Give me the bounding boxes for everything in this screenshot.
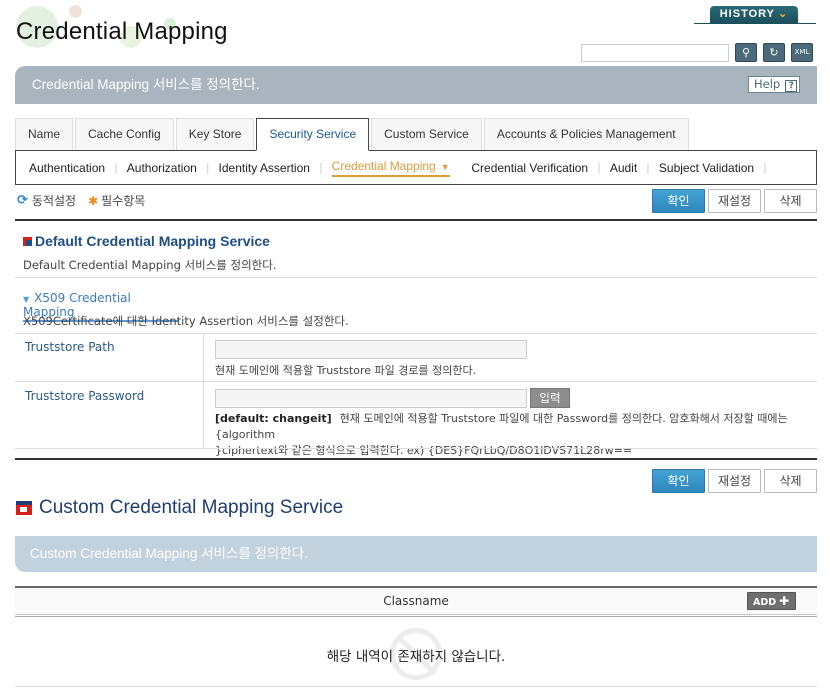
default-section-header: Default Credential Mapping Service: [23, 233, 270, 249]
truststore-password-hint: [default: changeit] 현재 도메인에 적용할 Truststor…: [215, 411, 815, 459]
divider: |: [318, 161, 323, 174]
subnav-authentication[interactable]: Authentication: [29, 161, 105, 175]
divider: [15, 616, 817, 617]
default-section-title: Default Credential Mapping Service: [35, 233, 270, 249]
tab-name[interactable]: Name: [15, 118, 74, 150]
caret-down-icon: ▼: [440, 161, 450, 172]
confirm-button-bottom[interactable]: 확인: [652, 469, 705, 493]
dynamic-setting-icon: ⟳: [17, 193, 28, 208]
required-label: 필수항목: [101, 194, 146, 208]
password-hint-line2: }ciphertext와 같은 형식으로 입력한다. ex) {DES}FQrL…: [215, 444, 633, 457]
section-divider: [15, 458, 817, 460]
delete-button-bottom[interactable]: 삭제: [764, 469, 817, 493]
help-icon: ?: [785, 80, 798, 92]
triangle-down-icon: ▼: [23, 295, 30, 304]
x509-subsection-description: X509Certificate에 대한 Identity Assertion 서…: [23, 314, 349, 328]
custom-section-banner: Custom Credential Mapping 서비스를 정의한다.: [15, 536, 817, 572]
refresh-button[interactable]: ↻: [763, 43, 785, 62]
search-button[interactable]: ⚲: [735, 43, 757, 62]
subnav-identity-assertion[interactable]: Identity Assertion: [219, 161, 310, 175]
decorative-circle: [69, 5, 82, 18]
divider: [15, 277, 817, 278]
delete-button[interactable]: 삭제: [764, 189, 817, 213]
subnav-authorization[interactable]: Authorization: [127, 161, 197, 175]
divider: [15, 381, 817, 382]
subnav-credential-mapping[interactable]: Credential Mapping ▼: [331, 158, 450, 177]
section-bullet-icon: [16, 501, 32, 515]
subnav-subject-validation[interactable]: Subject Validation: [659, 161, 754, 175]
divider: [15, 333, 817, 334]
subnav-credential-verification[interactable]: Credential Verification: [471, 161, 588, 175]
divider: [15, 448, 817, 449]
history-button[interactable]: HISTORY ⌄: [710, 6, 798, 23]
default-value-text: [default: changeit]: [215, 412, 332, 425]
divider: [203, 334, 204, 381]
search-input[interactable]: [581, 44, 729, 62]
subnav-audit[interactable]: Audit: [610, 161, 637, 175]
default-section-description: Default Credential Mapping 서비스를 정의한다.: [23, 258, 277, 272]
add-label: ADD: [753, 597, 777, 608]
subnav-credential-mapping-label: Credential Mapping: [331, 158, 436, 173]
dynamic-setting-label: 동적설정: [31, 194, 77, 208]
column-header-classname: Classname: [383, 594, 449, 608]
add-button[interactable]: ADD ✚: [747, 592, 796, 610]
truststore-password-label: Truststore Password: [25, 389, 145, 403]
history-underline: [694, 23, 816, 24]
divider: [15, 686, 817, 687]
xml-export-button[interactable]: XML: [791, 43, 813, 62]
section-bullet-icon: [23, 236, 32, 246]
reset-button-bottom[interactable]: 재설정: [708, 469, 761, 493]
xml-export-icon: XML: [794, 48, 810, 56]
chevron-down-icon: ⌄: [778, 8, 789, 20]
tab-cache-config[interactable]: Cache Config: [75, 118, 174, 150]
truststore-path-hint: 현재 도메인에 적용할 Truststore 파일 경로를 정의한다.: [215, 364, 477, 377]
empty-message: 해당 내역이 존재하지 않습니다.: [326, 649, 506, 665]
table-header: Classname: [15, 588, 817, 614]
required-icon: ✱: [88, 193, 99, 208]
divider: |: [597, 161, 601, 174]
legend: ⟳ 동적설정 ✱ 필수항목: [17, 192, 145, 209]
add-plus-icon: ✚: [779, 594, 790, 608]
search-icon: ⚲: [741, 46, 751, 59]
tab-security-service[interactable]: Security Service: [256, 118, 370, 151]
truststore-path-label: Truststore Path: [25, 340, 115, 354]
tab-key-store[interactable]: Key Store: [175, 118, 255, 150]
custom-banner-text: Custom Credential Mapping 서비스를 정의한다.: [30, 546, 308, 561]
tab-custom-service[interactable]: Custom Service: [371, 118, 482, 150]
history-label: HISTORY: [719, 8, 776, 20]
divider: |: [205, 161, 210, 174]
custom-section-title: Custom Credential Mapping Service: [39, 497, 344, 518]
divider: |: [646, 161, 650, 174]
banner-text: Credential Mapping 서비스를 정의한다.: [32, 77, 260, 92]
divider: [203, 382, 204, 448]
password-input-button[interactable]: 입력: [530, 388, 570, 408]
section-divider: [15, 219, 817, 221]
security-subnav: Authentication | Authorization | Identity …: [15, 150, 817, 185]
main-tabs: Name Cache Config Key Store Security Ser…: [15, 118, 691, 151]
divider: [15, 614, 817, 615]
truststore-path-input[interactable]: [215, 340, 527, 359]
tab-accounts-policies[interactable]: Accounts & Policies Management: [483, 118, 689, 150]
help-label: Help: [754, 77, 781, 91]
divider: |: [114, 161, 118, 174]
page-description-banner: Credential Mapping 서비스를 정의한다.: [15, 66, 817, 104]
reset-button[interactable]: 재설정: [708, 189, 761, 213]
confirm-button[interactable]: 확인: [652, 189, 705, 213]
refresh-icon: ↻: [769, 46, 779, 59]
divider: |: [763, 161, 767, 174]
divider: |: [458, 161, 463, 174]
truststore-password-input[interactable]: [215, 389, 527, 408]
help-button[interactable]: Help?: [748, 76, 800, 93]
custom-section-header: Custom Credential Mapping Service: [16, 497, 343, 519]
page-title: Credential Mapping: [16, 18, 228, 45]
